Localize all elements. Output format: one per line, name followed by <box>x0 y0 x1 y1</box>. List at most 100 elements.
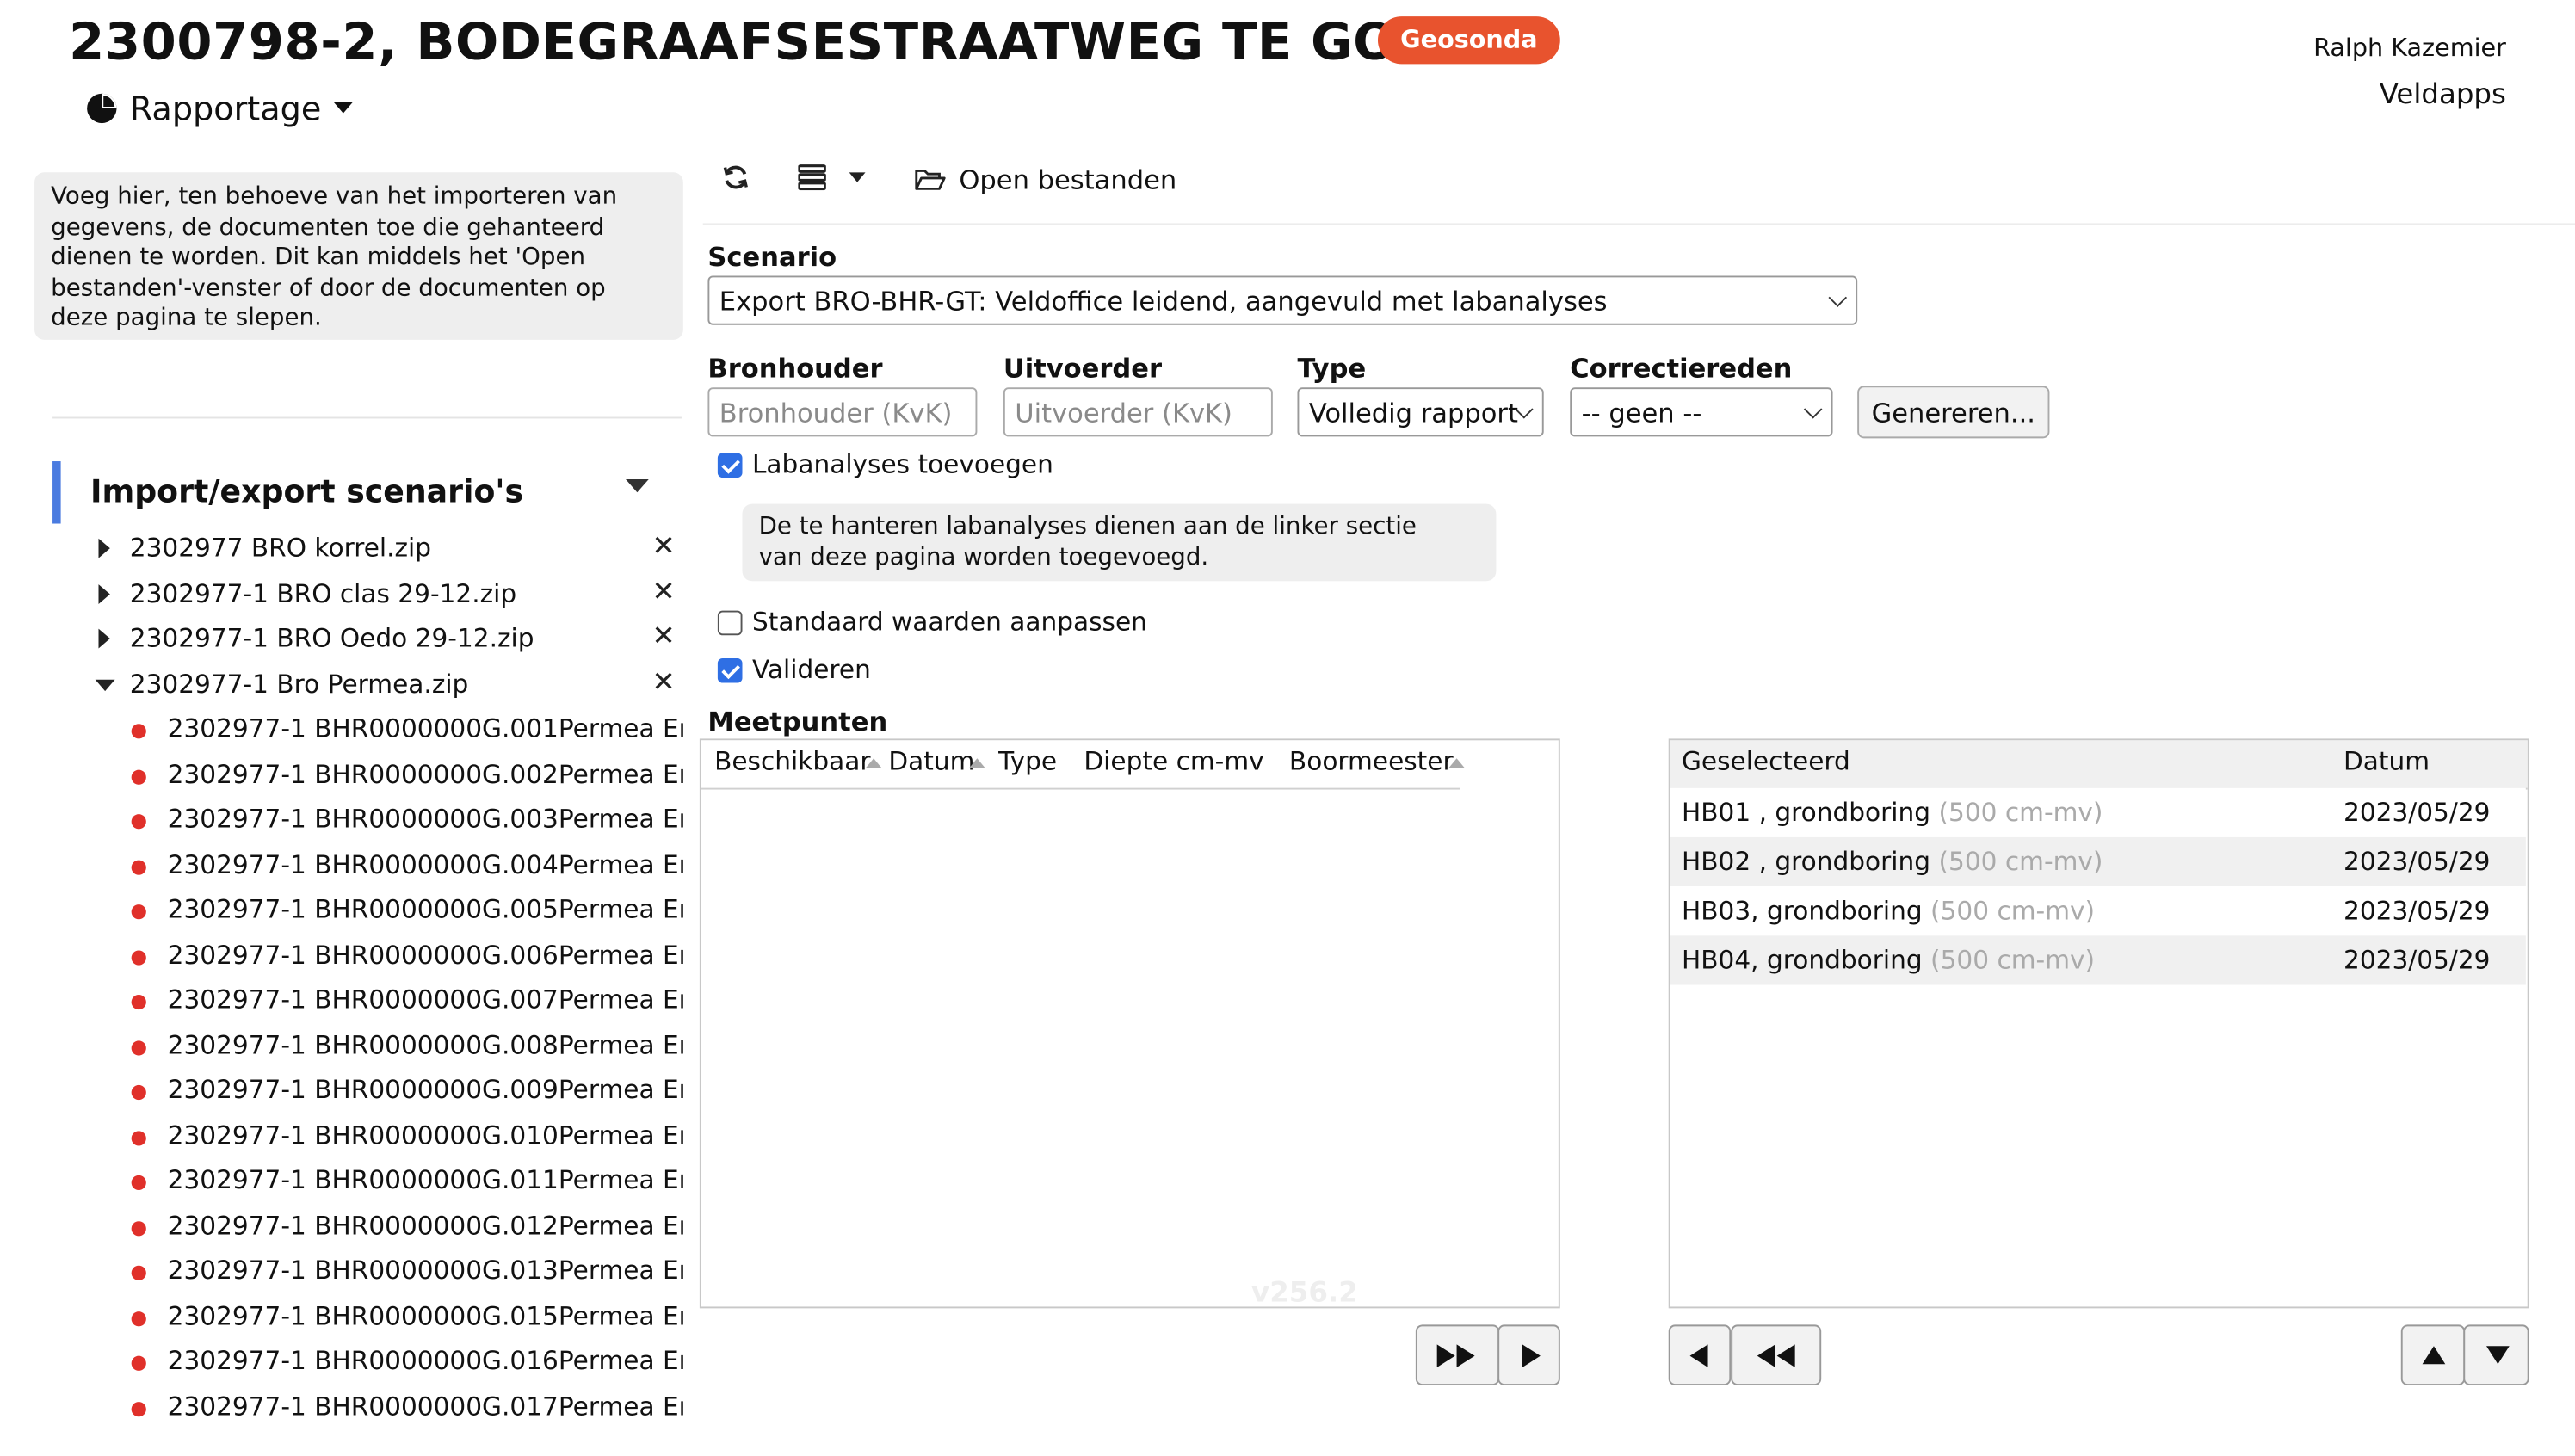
file-name[interactable]: 2302977-1 BHR0000000G.008Permea Er <box>168 1030 683 1059</box>
zip-item[interactable]: 2302977-1 BRO Oedo 29-12.zip ✕ <box>0 619 683 663</box>
sort-icon <box>865 757 882 768</box>
file-item[interactable]: 2302977-1 BHR0000000G.010Permea Er <box>0 1115 683 1160</box>
row-name: HB04, grondboring <box>1681 945 1923 976</box>
zip-name[interactable]: 2302977 BRO korrel.zip <box>130 534 431 563</box>
type-select[interactable]: Volledig rapport <box>1297 387 1544 437</box>
file-name[interactable]: 2302977-1 BHR0000000G.009Permea Er <box>168 1075 683 1104</box>
table-row[interactable]: HB02 , grondboring (500 cm-mv) 2023/05/2… <box>1670 836 2526 887</box>
add-button[interactable] <box>1497 1324 1560 1386</box>
zip-item-expanded[interactable]: 2302977-1 Bro Permea.zip ✕ <box>0 664 683 709</box>
zip-name[interactable]: 2302977-1 BRO clas 29-12.zip <box>130 578 516 608</box>
remove-all-button[interactable] <box>1731 1324 1822 1386</box>
file-item[interactable]: 2302977-1 BHR0000000G.005Permea Er <box>0 890 683 935</box>
expand-arrow-icon[interactable] <box>98 628 110 649</box>
refresh-button[interactable] <box>723 164 750 191</box>
add-all-button[interactable] <box>1415 1324 1500 1386</box>
arrow-left-icon <box>1689 1344 1708 1368</box>
col-beschikbaar[interactable]: Beschikbaar <box>714 747 882 776</box>
file-name[interactable]: 2302977-1 BHR0000000G.006Permea Er <box>168 940 683 969</box>
col-label: Boormeester <box>1288 746 1454 777</box>
correctiereden-label: Correctiereden <box>1570 353 1793 385</box>
remove-icon[interactable]: ✕ <box>652 576 676 608</box>
remove-icon[interactable]: ✕ <box>652 530 676 563</box>
labanalyses-label[interactable]: Labanalyses toevoegen <box>752 450 1053 479</box>
file-name[interactable]: 2302977-1 BHR0000000G.012Permea Er <box>168 1211 683 1240</box>
scenario-label: Scenario <box>707 241 837 273</box>
table-row[interactable]: HB01 , grondboring (500 cm-mv) 2023/05/2… <box>1670 787 2526 837</box>
arrow-up-icon <box>2422 1346 2446 1365</box>
file-item[interactable]: 2302977-1 BHR0000000G.001Permea Er <box>0 709 683 754</box>
expand-arrow-icon[interactable] <box>98 583 110 604</box>
file-name[interactable]: 2302977-1 BHR0000000G.002Permea Er <box>168 759 683 788</box>
status-dot-icon <box>131 1130 146 1145</box>
status-dot-icon <box>131 859 146 874</box>
valideren-label[interactable]: Valideren <box>752 655 871 684</box>
zip-item[interactable]: 2302977-1 BRO clas 29-12.zip ✕ <box>0 574 683 619</box>
collapse-arrow-icon[interactable] <box>95 678 115 691</box>
file-item[interactable]: 2302977-1 BHR0000000G.012Permea Er <box>0 1206 683 1250</box>
file-name[interactable]: 2302977-1 BHR0000000G.016Permea Er <box>168 1346 683 1375</box>
available-list[interactable] <box>699 738 1560 1309</box>
collapse-caret-icon[interactable] <box>626 479 649 493</box>
file-item[interactable]: 2302977-1 BHR0000000G.002Permea Er <box>0 755 683 799</box>
scenario-select[interactable]: Export BRO-BHR-GT: Veldoffice leidend, a… <box>707 275 1858 325</box>
file-item[interactable]: 2302977-1 BHR0000000G.004Permea Er <box>0 844 683 889</box>
bronhouder-input[interactable]: Bronhouder (KvK) <box>707 387 978 437</box>
file-name[interactable]: 2302977-1 BHR0000000G.005Permea Er <box>168 895 683 924</box>
file-name[interactable]: 2302977-1 BHR0000000G.004Permea Er <box>168 849 683 879</box>
col-diepte[interactable]: Diepte cm-mv <box>1084 747 1263 776</box>
valideren-checkbox[interactable] <box>717 657 743 683</box>
expand-arrow-icon[interactable] <box>98 538 110 558</box>
standaard-waarden-checkbox[interactable] <box>717 610 743 636</box>
correctiereden-select[interactable]: -- geen -- <box>1570 387 1833 437</box>
col-type[interactable]: Type <box>998 747 1057 776</box>
section-accent <box>52 461 61 524</box>
labanalyses-checkbox[interactable] <box>717 453 743 478</box>
remove-icon[interactable]: ✕ <box>652 666 676 699</box>
file-name[interactable]: 2302977-1 BHR0000000G.013Permea Er <box>168 1255 683 1285</box>
rapportage-menu[interactable]: Rapportage <box>85 89 353 128</box>
standaard-waarden-label[interactable]: Standaard waarden aanpassen <box>752 608 1147 637</box>
file-item[interactable]: 2302977-1 BHR0000000G.017Permea Er <box>0 1386 683 1431</box>
file-item[interactable]: 2302977-1 BHR0000000G.006Permea Er <box>0 935 683 979</box>
file-name[interactable]: 2302977-1 BHR0000000G.003Permea Er <box>168 805 683 834</box>
row-date: 2023/05/29 <box>2343 847 2491 877</box>
file-item[interactable]: 2302977-1 BHR0000000G.015Permea Er <box>0 1296 683 1341</box>
col-datum[interactable]: Datum <box>888 747 986 776</box>
table-row[interactable]: HB04, grondboring (500 cm-mv) 2023/05/29 <box>1670 935 2526 985</box>
file-name[interactable]: 2302977-1 BHR0000000G.017Permea Er <box>168 1391 683 1421</box>
file-name[interactable]: 2302977-1 BHR0000000G.010Permea Er <box>168 1120 683 1150</box>
file-name[interactable]: 2302977-1 BHR0000000G.015Permea Er <box>168 1301 683 1330</box>
col-geselecteerd[interactable]: Geselecteerd <box>1682 747 1850 776</box>
page-title: 2300798-2, BODEGRAAFSESTRAATWEG TE GOUDA <box>69 13 1522 72</box>
file-item[interactable]: 2302977-1 BHR0000000G.013Permea Er <box>0 1251 683 1296</box>
col-boormeester[interactable]: Boormeester <box>1289 747 1465 776</box>
file-item[interactable]: 2302977-1 BHR0000000G.003Permea Er <box>0 799 683 844</box>
status-dot-icon <box>131 1355 146 1371</box>
file-item[interactable]: 2302977-1 BHR0000000G.008Permea Er <box>0 1025 683 1070</box>
pie-chart-icon <box>87 93 117 124</box>
generate-button[interactable]: Genereren... <box>1857 386 2050 439</box>
table-row[interactable]: HB03, grondboring (500 cm-mv) 2023/05/29 <box>1670 886 2526 936</box>
remove-button[interactable] <box>1668 1324 1732 1386</box>
file-name[interactable]: 2302977-1 BHR0000000G.007Permea Er <box>168 985 683 1015</box>
user-name[interactable]: Ralph Kazemier <box>2313 33 2506 62</box>
app-name[interactable]: Veldapps <box>2380 79 2506 112</box>
file-name[interactable]: 2302977-1 BHR0000000G.011Permea Er <box>168 1165 683 1194</box>
move-up-button[interactable] <box>2400 1324 2466 1386</box>
row-date: 2023/05/29 <box>2343 798 2491 828</box>
file-item[interactable]: 2302977-1 BHR0000000G.011Permea Er <box>0 1161 683 1206</box>
file-item[interactable]: 2302977-1 BHR0000000G.007Permea Er <box>0 980 683 1025</box>
file-name[interactable]: 2302977-1 BHR0000000G.001Permea Er <box>168 714 683 743</box>
remove-icon[interactable]: ✕ <box>652 620 676 653</box>
open-files-button[interactable]: Open bestanden <box>915 164 1176 195</box>
file-item[interactable]: 2302977-1 BHR0000000G.009Permea Er <box>0 1070 683 1115</box>
zip-name[interactable]: 2302977-1 BRO Oedo 29-12.zip <box>130 624 534 653</box>
view-options-button[interactable] <box>798 164 866 191</box>
uitvoerder-input[interactable]: Uitvoerder (KvK) <box>1003 387 1273 437</box>
zip-item[interactable]: 2302977 BRO korrel.zip ✕ <box>0 528 683 573</box>
zip-name[interactable]: 2302977-1 Bro Permea.zip <box>130 669 469 698</box>
col-datum-selected[interactable]: Datum <box>2343 747 2430 776</box>
move-down-button[interactable] <box>2463 1324 2529 1386</box>
file-item[interactable]: 2302977-1 BHR0000000G.016Permea Er <box>0 1342 683 1386</box>
